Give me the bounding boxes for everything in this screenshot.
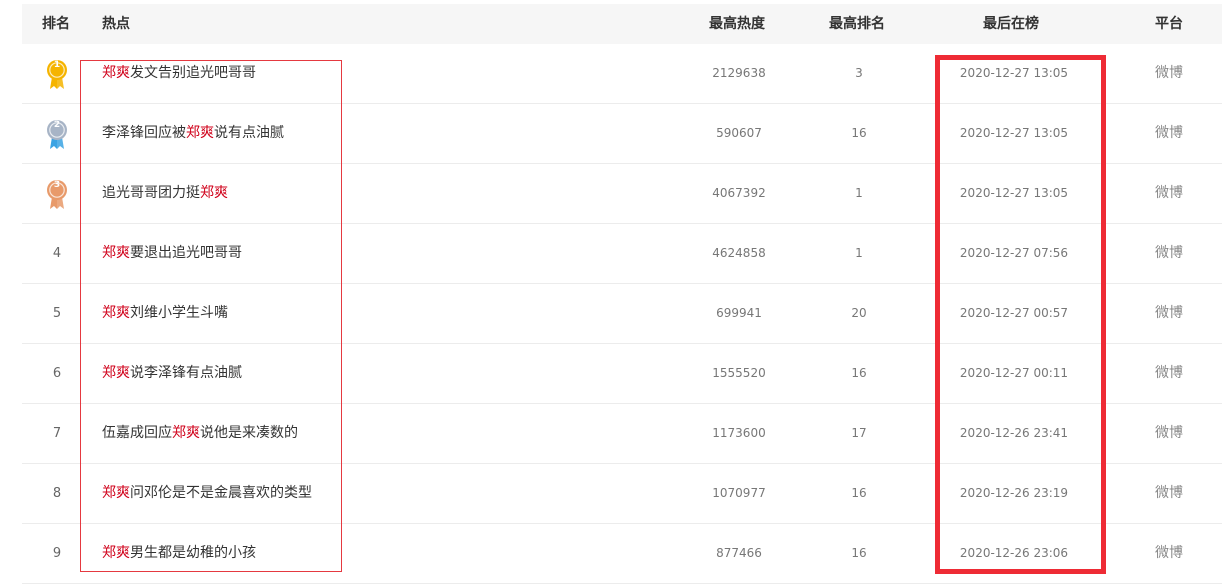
topic-link[interactable]: 郑爽问邓伦是不是金晨喜欢的类型 — [102, 464, 312, 523]
max-rank-value: 16 — [851, 546, 867, 560]
platform-label: 微博 — [1155, 185, 1183, 201]
topic-keyword: 郑爽 — [172, 425, 200, 441]
platform-label: 微博 — [1155, 125, 1183, 141]
rank-cell: 8 — [52, 486, 62, 501]
topic-text-after: 说李泽锋有点油腻 — [130, 365, 242, 381]
topic-link[interactable]: 郑爽刘维小学生斗嘴 — [102, 284, 228, 343]
max-heat-value: 4067392 — [712, 186, 766, 200]
topic-text-after: 要退出追光吧哥哥 — [130, 245, 242, 261]
header-max-heat[interactable]: 最高热度 — [709, 4, 765, 44]
rank-cell: 1 — [22, 44, 92, 103]
table-row[interactable]: 8 郑爽问邓伦是不是金晨喜欢的类型 1070977 16 2020-12-26 23:1… — [22, 464, 1222, 524]
max-heat-value: 699941 — [716, 306, 762, 320]
topic-link[interactable]: 郑爽发文告别追光吧哥哥 — [102, 44, 256, 103]
topic-keyword: 郑爽 — [102, 305, 130, 321]
topic-keyword: 郑爽 — [102, 65, 130, 81]
rank-cell: 4 — [52, 246, 62, 261]
table-row[interactable]: 5 郑爽刘维小学生斗嘴 699941 20 2020-12-27 00:57 微博 — [22, 284, 1222, 344]
medal-rank-number: 3 — [53, 180, 61, 190]
last-on-list-time: 2020-12-27 00:57 — [959, 306, 1069, 320]
last-on-list-time: 2020-12-27 00:11 — [959, 366, 1069, 380]
last-on-list-time: 2020-12-27 13:05 — [959, 66, 1069, 80]
topic-link[interactable]: 李泽锋回应被郑爽说有点油腻 — [102, 104, 284, 163]
topic-text-after: 说有点油腻 — [214, 125, 284, 141]
last-on-list-time: 2020-12-26 23:06 — [959, 546, 1069, 560]
topic-keyword: 郑爽 — [102, 485, 130, 501]
header-max-rank[interactable]: 最高排名 — [829, 4, 885, 44]
table-row[interactable]: 4 郑爽要退出追光吧哥哥 4624858 1 2020-12-27 07:56 微博 — [22, 224, 1222, 284]
last-on-list-time: 2020-12-27 13:05 — [959, 126, 1069, 140]
topic-link[interactable]: 郑爽要退出追光吧哥哥 — [102, 224, 242, 283]
rank-cell: 6 — [52, 366, 62, 381]
topic-text-before: 李泽锋回应被 — [102, 125, 186, 141]
header-last-on-list[interactable]: 最后在榜 — [983, 4, 1039, 44]
last-on-list-time: 2020-12-27 07:56 — [959, 246, 1069, 260]
platform-label: 微博 — [1155, 305, 1183, 321]
medal-rank-number: 2 — [53, 120, 61, 130]
max-rank-value: 20 — [851, 306, 867, 320]
max-rank-value: 16 — [851, 486, 867, 500]
max-rank-value: 17 — [851, 426, 867, 440]
max-rank-value: 16 — [851, 366, 867, 380]
last-on-list-time: 2020-12-26 23:41 — [959, 426, 1069, 440]
platform-label: 微博 — [1155, 65, 1183, 81]
medal-rank-number: 1 — [53, 60, 61, 70]
max-heat-value: 877466 — [716, 546, 762, 560]
table-header: 排名 热点 最高热度 最高排名 最后在榜 平台 — [22, 4, 1222, 44]
last-on-list-time: 2020-12-27 13:05 — [959, 186, 1069, 200]
rank-cell: 3 — [22, 164, 92, 223]
platform-label: 微博 — [1155, 425, 1183, 441]
max-rank-value: 16 — [851, 126, 867, 140]
table-row[interactable]: 9 郑爽男生都是幼稚的小孩 877466 16 2020-12-26 23:06 微博 — [22, 524, 1222, 584]
topic-text-after: 男生都是幼稚的小孩 — [130, 545, 256, 561]
table-row[interactable]: 1 郑爽发文告别追光吧哥哥 2129638 3 2020-12-27 13:05 微博 — [22, 44, 1222, 104]
max-heat-value: 1070977 — [712, 486, 766, 500]
header-platform: 平台 — [1155, 16, 1183, 32]
rank-cell: 2 — [22, 104, 92, 163]
rank-cell: 7 — [52, 426, 62, 441]
topic-link[interactable]: 追光哥哥团力挺郑爽 — [102, 164, 228, 223]
max-heat-value: 1555520 — [712, 366, 766, 380]
max-rank-value: 1 — [855, 246, 863, 260]
table-row[interactable]: 7 伍嘉成回应郑爽说他是来凑数的 1173600 17 2020-12-26 23:41… — [22, 404, 1222, 464]
max-rank-value: 3 — [855, 66, 863, 80]
topic-keyword: 郑爽 — [186, 125, 214, 141]
table-row[interactable]: 3 追光哥哥团力挺郑爽 4067392 1 2020-12-27 13:05 微博 — [22, 164, 1222, 224]
topic-keyword: 郑爽 — [200, 185, 228, 201]
topic-text-before: 伍嘉成回应 — [102, 425, 172, 441]
rank-cell: 5 — [52, 306, 62, 321]
max-heat-value: 1173600 — [712, 426, 766, 440]
header-topic: 热点 — [102, 16, 130, 32]
max-heat-value: 590607 — [716, 126, 762, 140]
rank-cell: 9 — [52, 546, 62, 561]
max-rank-value: 1 — [855, 186, 863, 200]
max-heat-value: 2129638 — [712, 66, 766, 80]
topic-text-after: 刘维小学生斗嘴 — [130, 305, 228, 321]
topic-text-after: 问邓伦是不是金晨喜欢的类型 — [130, 485, 312, 501]
topic-link[interactable]: 伍嘉成回应郑爽说他是来凑数的 — [102, 404, 298, 463]
topic-keyword: 郑爽 — [102, 245, 130, 261]
last-on-list-time: 2020-12-26 23:19 — [959, 486, 1069, 500]
platform-label: 微博 — [1155, 485, 1183, 501]
platform-label: 微博 — [1155, 245, 1183, 261]
max-heat-value: 4624858 — [712, 246, 766, 260]
platform-label: 微博 — [1155, 545, 1183, 561]
topic-text-after: 说他是来凑数的 — [200, 425, 298, 441]
topic-link[interactable]: 郑爽说李泽锋有点油腻 — [102, 344, 242, 403]
topic-text-before: 追光哥哥团力挺 — [102, 185, 200, 201]
topic-keyword: 郑爽 — [102, 545, 130, 561]
table-row[interactable]: 6 郑爽说李泽锋有点油腻 1555520 16 2020-12-27 00:11 微博 — [22, 344, 1222, 404]
topic-text-after: 发文告别追光吧哥哥 — [130, 65, 256, 81]
topic-link[interactable]: 郑爽男生都是幼稚的小孩 — [102, 524, 256, 583]
table-row[interactable]: 2 李泽锋回应被郑爽说有点油腻 590607 16 2020-12-27 13:05 微博 — [22, 104, 1222, 164]
platform-label: 微博 — [1155, 365, 1183, 381]
topic-keyword: 郑爽 — [102, 365, 130, 381]
